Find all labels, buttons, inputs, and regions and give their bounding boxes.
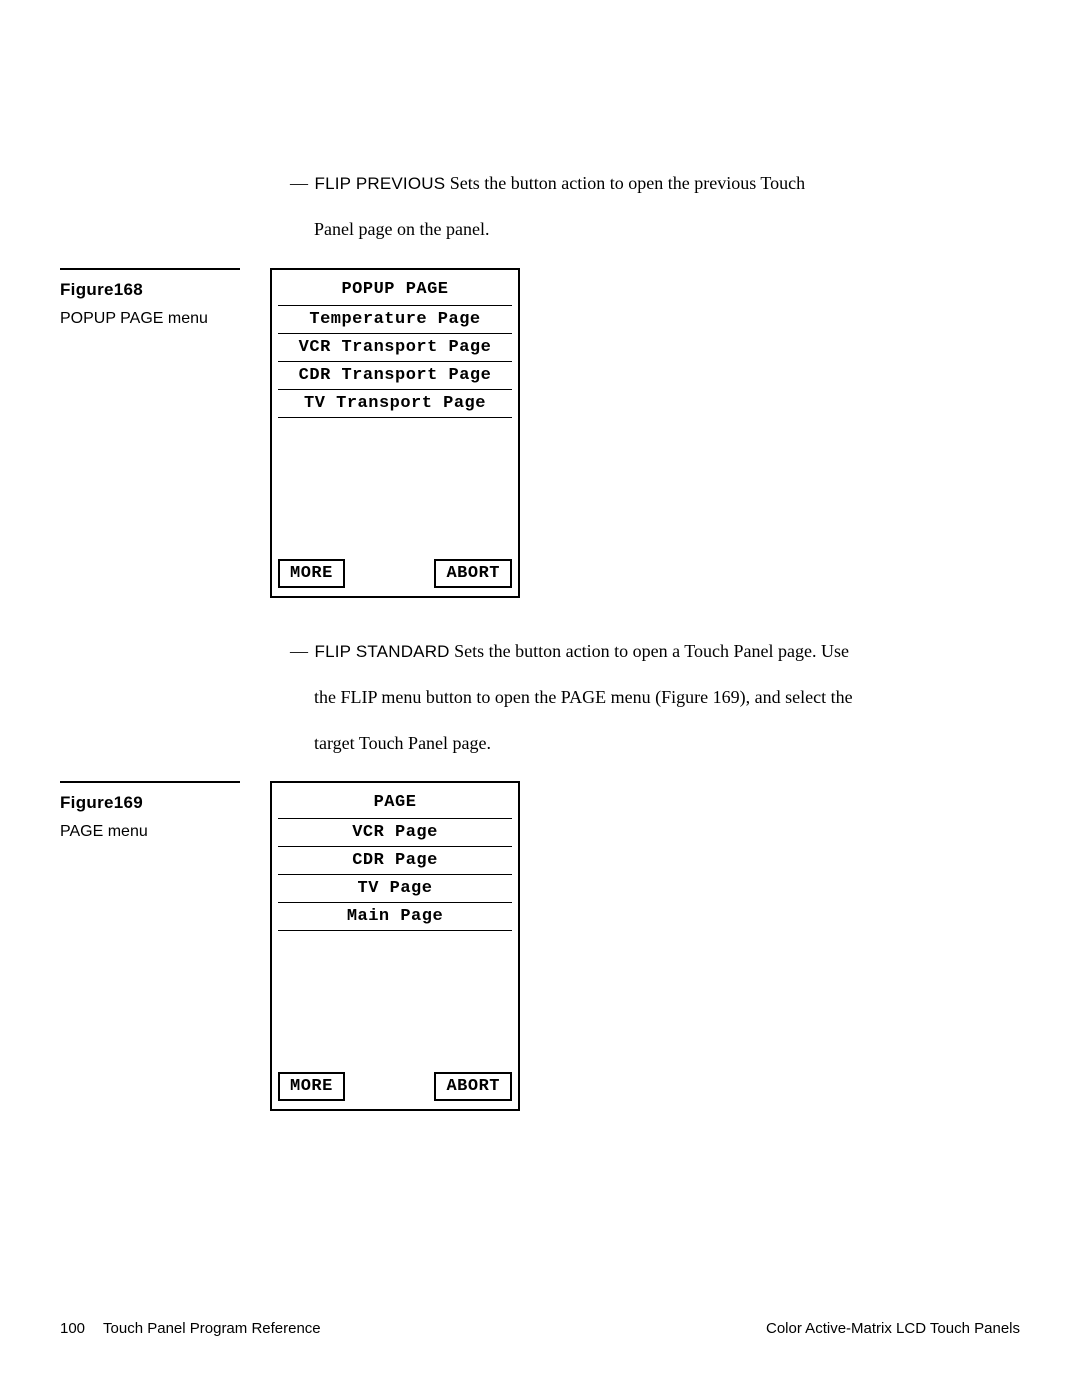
term-flip-previous: FLIP PREVIOUS (315, 174, 446, 193)
figure-168-label: Figure168 (60, 280, 240, 300)
flip-standard-def: — FLIP STANDARD Sets the button action t… (290, 638, 1020, 758)
popup-page-panel: POPUP PAGE Temperature Page VCR Transpor… (270, 268, 520, 598)
panel-title: PAGE (278, 789, 512, 819)
em-dash: — (290, 173, 313, 193)
figure-168-block: Figure168 POPUP PAGE menu POPUP PAGE Tem… (60, 268, 1020, 598)
panel-item[interactable]: CDR Transport Page (278, 362, 512, 390)
panel-item[interactable]: TV Transport Page (278, 390, 512, 418)
term-flip-previous-desc: Sets the button action to open the previ… (445, 173, 805, 193)
term-flip-standard-cont2: target Touch Panel page. (314, 730, 1020, 758)
abort-button[interactable]: ABORT (434, 559, 512, 588)
figure-169-block: Figure169 PAGE menu PAGE VCR Page CDR Pa… (60, 781, 1020, 1111)
term-flip-standard-desc: Sets the button action to open a Touch P… (450, 641, 849, 661)
term-flip-previous-cont: Panel page on the panel. (314, 216, 1020, 244)
footer-right-text: Color Active-Matrix LCD Touch Panels (766, 1320, 1020, 1337)
page-panel: PAGE VCR Page CDR Page TV Page Main Page… (270, 781, 520, 1111)
flip-previous-def: — FLIP PREVIOUS Sets the button action t… (290, 170, 1020, 244)
panel-title: POPUP PAGE (278, 276, 512, 306)
page-footer: 100 Touch Panel Program Reference Color … (60, 1320, 1020, 1337)
term-flip-standard: FLIP STANDARD (315, 642, 450, 661)
figure-rule (60, 781, 240, 783)
figure-rule (60, 268, 240, 270)
abort-button[interactable]: ABORT (434, 1072, 512, 1101)
more-button[interactable]: MORE (278, 559, 345, 588)
figure-169-caption: PAGE menu (60, 823, 240, 841)
footer-left-text: Touch Panel Program Reference (103, 1320, 321, 1337)
panel-item[interactable]: Main Page (278, 903, 512, 931)
figure-169-label: Figure169 (60, 793, 240, 813)
panel-item[interactable]: CDR Page (278, 847, 512, 875)
page-number: 100 (60, 1320, 85, 1337)
panel-item[interactable]: TV Page (278, 875, 512, 903)
panel-item[interactable]: VCR Transport Page (278, 334, 512, 362)
em-dash: — (290, 641, 313, 661)
panel-item[interactable]: VCR Page (278, 819, 512, 847)
panel-item[interactable]: Temperature Page (278, 306, 512, 334)
figure-168-caption: POPUP PAGE menu (60, 310, 240, 328)
term-flip-standard-cont1: the FLIP menu button to open the PAGE me… (314, 684, 1020, 712)
more-button[interactable]: MORE (278, 1072, 345, 1101)
